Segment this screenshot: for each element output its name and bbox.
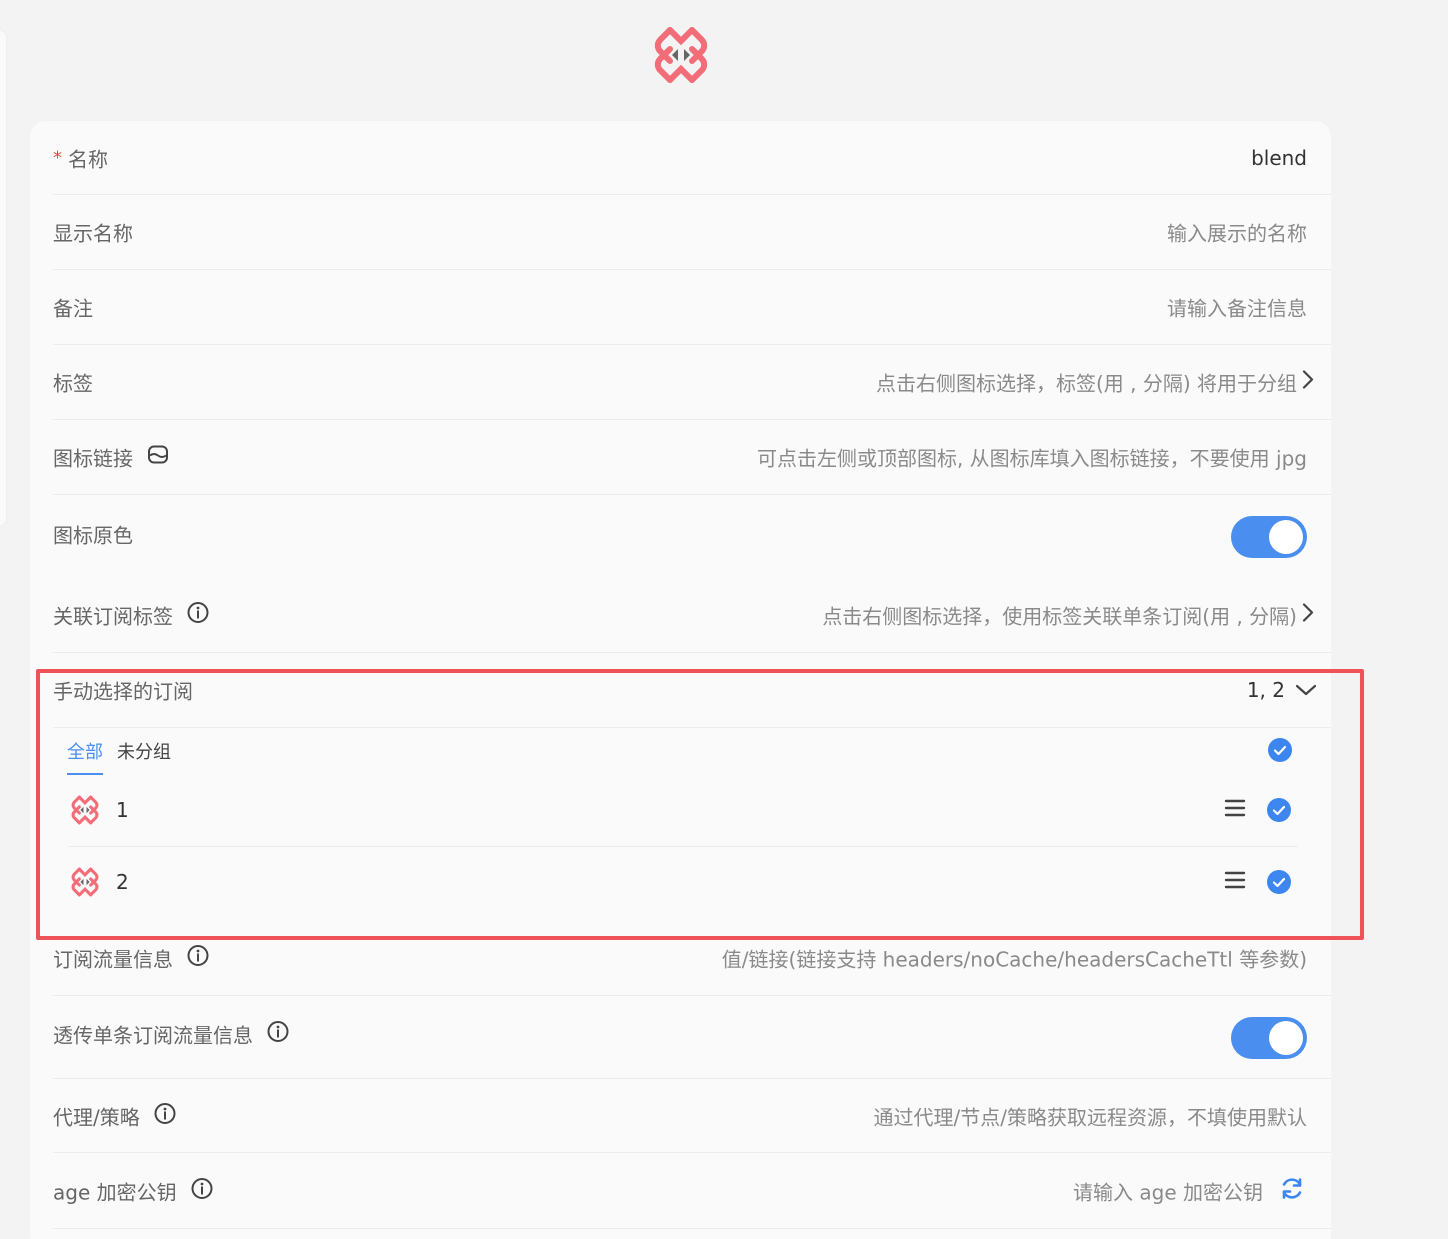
tags-label: 标签 [53,371,93,396]
tags-input[interactable]: 点击右侧图标选择，标签(用 , 分隔) 将用于分组 [876,368,1315,397]
info-icon[interactable] [267,1021,289,1048]
remark-row[interactable]: 备注 请输入备注信息 [53,270,1331,345]
info-icon[interactable] [187,601,209,628]
toggle-knob [1269,520,1303,554]
info-icon[interactable] [154,1102,176,1129]
display-name-row[interactable]: 显示名称 输入展示的名称 [53,195,1331,270]
name-label: * 名称 [53,147,108,171]
passthrough-traffic-row: 透传单条订阅流量信息 [53,996,1331,1079]
linked-sub-tags-label: 关联订阅标签 [53,600,209,629]
display-name-label: 显示名称 [53,221,133,246]
sub-store-logo-icon[interactable] [648,22,714,88]
image-icon[interactable] [147,444,169,471]
age-key-placeholder: 请输入 age 加密公钥 [1073,1180,1263,1204]
icon-original-color-toggle[interactable] [1231,516,1307,558]
age-key-row[interactable]: age 加密公钥 请输入 age 加密公钥 [53,1153,1331,1229]
proxy-row[interactable]: 代理/策略 通过代理/节点/策略获取远程资源，不填使用默认 [53,1079,1331,1153]
name-row[interactable]: * 名称 blend [53,121,1331,195]
info-icon[interactable] [191,1177,213,1204]
icon-original-color-label: 图标原色 [53,523,133,548]
passthrough-traffic-toggle[interactable] [1231,1017,1307,1059]
name-input[interactable]: blend [1251,146,1307,170]
linked-sub-tags-placeholder: 点击右侧图标选择，使用标签关联单条订阅(用 , 分隔) [822,604,1297,628]
toggle-switch[interactable] [1231,1017,1307,1059]
passthrough-traffic-label: 透传单条订阅流量信息 [53,1020,289,1049]
proxy-input[interactable]: 通过代理/节点/策略获取远程资源，不填使用默认 [874,1101,1307,1130]
info-icon[interactable] [187,944,209,971]
side-panel-edge [0,30,6,526]
proxy-label: 代理/策略 [53,1101,176,1130]
traffic-info-input[interactable]: 值/链接(链接支持 headers/noCache/headersCacheTt… [722,943,1307,972]
chevron-right-icon[interactable] [1301,369,1315,396]
refresh-icon[interactable] [1279,1175,1305,1206]
toggle-knob [1269,1021,1303,1055]
required-mark: * [53,147,62,168]
traffic-info-label: 订阅流量信息 [53,943,209,972]
tags-placeholder: 点击右侧图标选择，标签(用 , 分隔) 将用于分组 [875,371,1297,396]
remark-label: 备注 [53,296,93,321]
icon-link-input[interactable]: 可点击左侧或顶部图标, 从图标库填入图标链接，不要使用 jpg [757,443,1307,472]
age-key-label: age 加密公钥 [53,1176,213,1205]
display-name-input[interactable]: 输入展示的名称 [1167,218,1307,247]
linked-sub-tags-input[interactable]: 点击右侧图标选择，使用标签关联单条订阅(用 , 分隔) [822,600,1315,629]
icon-original-color-row: 图标原色 [53,495,1331,570]
linked-sub-tags-row[interactable]: 关联订阅标签 点击右侧图标选择，使用标签关联单条订阅(用 , 分隔) [53,577,1331,653]
toggle-switch[interactable] [1231,516,1307,558]
age-key-input[interactable]: 请输入 age 加密公钥 [1073,1175,1305,1206]
icon-link-row[interactable]: 图标链接 可点击左侧或顶部图标, 从图标库填入图标链接，不要使用 jpg [53,420,1331,495]
remark-input[interactable]: 请输入备注信息 [1167,293,1307,322]
icon-link-label: 图标链接 [53,443,169,472]
chevron-right-icon[interactable] [1301,601,1315,628]
tags-row[interactable]: 标签 点击右侧图标选择，标签(用 , 分隔) 将用于分组 [53,345,1331,420]
highlight-box [36,669,1364,940]
